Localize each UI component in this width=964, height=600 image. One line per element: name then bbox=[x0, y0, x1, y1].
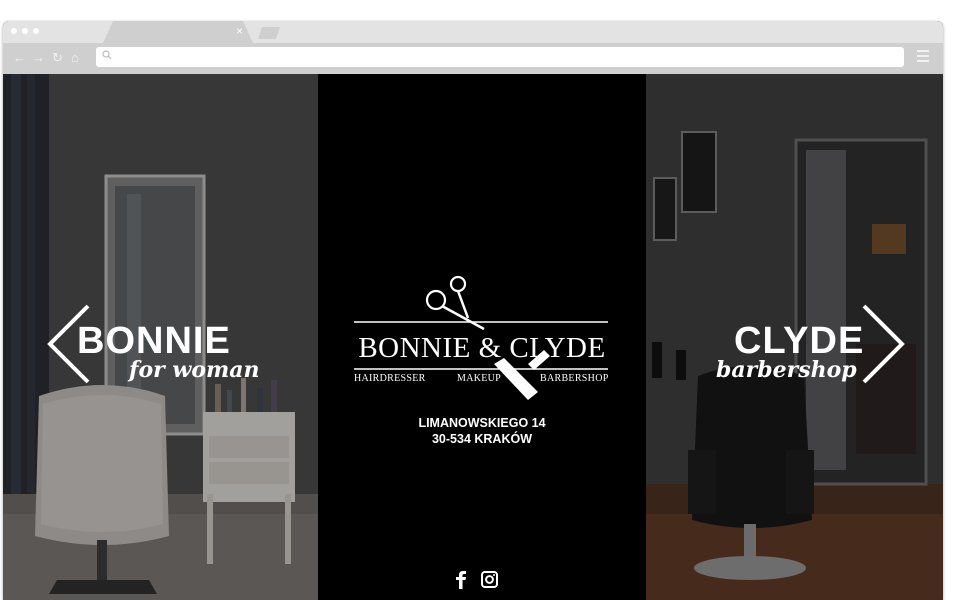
window-control-dot[interactable] bbox=[33, 28, 39, 34]
browser-toolbar: ← → ↻ ⌂ bbox=[3, 43, 943, 74]
razor-icon bbox=[494, 350, 550, 400]
bonnie-panel[interactable]: BONNIE for woman bbox=[3, 74, 318, 600]
bonnie-title[interactable]: BONNIE bbox=[77, 321, 231, 361]
clyde-subtitle[interactable]: barbershop bbox=[716, 358, 857, 382]
tab-close-icon[interactable]: × bbox=[236, 24, 243, 38]
address-city: 30-534 KRAKÓW bbox=[431, 432, 533, 446]
clyde-panel[interactable]: CLYDE barbershop bbox=[646, 74, 943, 600]
clyde-title[interactable]: CLYDE bbox=[734, 321, 864, 361]
center-panel: BONNIE & CLYDE HAIRDRESSER MAKEUP BARBER… bbox=[318, 74, 646, 600]
page-content: BONNIE for woman BONNIE & CLYDE HAIRDRES… bbox=[3, 74, 943, 600]
reload-icon[interactable]: ↻ bbox=[52, 50, 63, 66]
home-icon[interactable]: ⌂ bbox=[71, 50, 79, 66]
chevron-right-icon[interactable] bbox=[860, 304, 906, 384]
hamburger-menu-icon[interactable] bbox=[917, 50, 929, 65]
window-control-dot[interactable] bbox=[11, 28, 17, 34]
instagram-icon[interactable] bbox=[481, 571, 498, 588]
address-street: LIMANOWSKIEGO 14 bbox=[418, 416, 546, 430]
facebook-icon[interactable] bbox=[455, 571, 467, 589]
browser-window: × ← → ↻ ⌂ BONNIE for woman BONNIE & CLYD… bbox=[3, 21, 943, 600]
back-icon[interactable]: ← bbox=[13, 50, 26, 66]
window-control-dot[interactable] bbox=[22, 28, 28, 34]
address-bar[interactable] bbox=[96, 47, 904, 67]
new-tab-button[interactable] bbox=[258, 27, 280, 39]
browser-tab[interactable] bbox=[103, 21, 253, 43]
bonnie-subtitle[interactable]: for woman bbox=[129, 358, 260, 382]
brand-logo: BONNIE & CLYDE HAIRDRESSER MAKEUP BARBER… bbox=[318, 274, 646, 404]
forward-icon[interactable]: → bbox=[32, 50, 45, 66]
tab-strip: × bbox=[3, 21, 943, 43]
search-icon bbox=[102, 50, 112, 60]
